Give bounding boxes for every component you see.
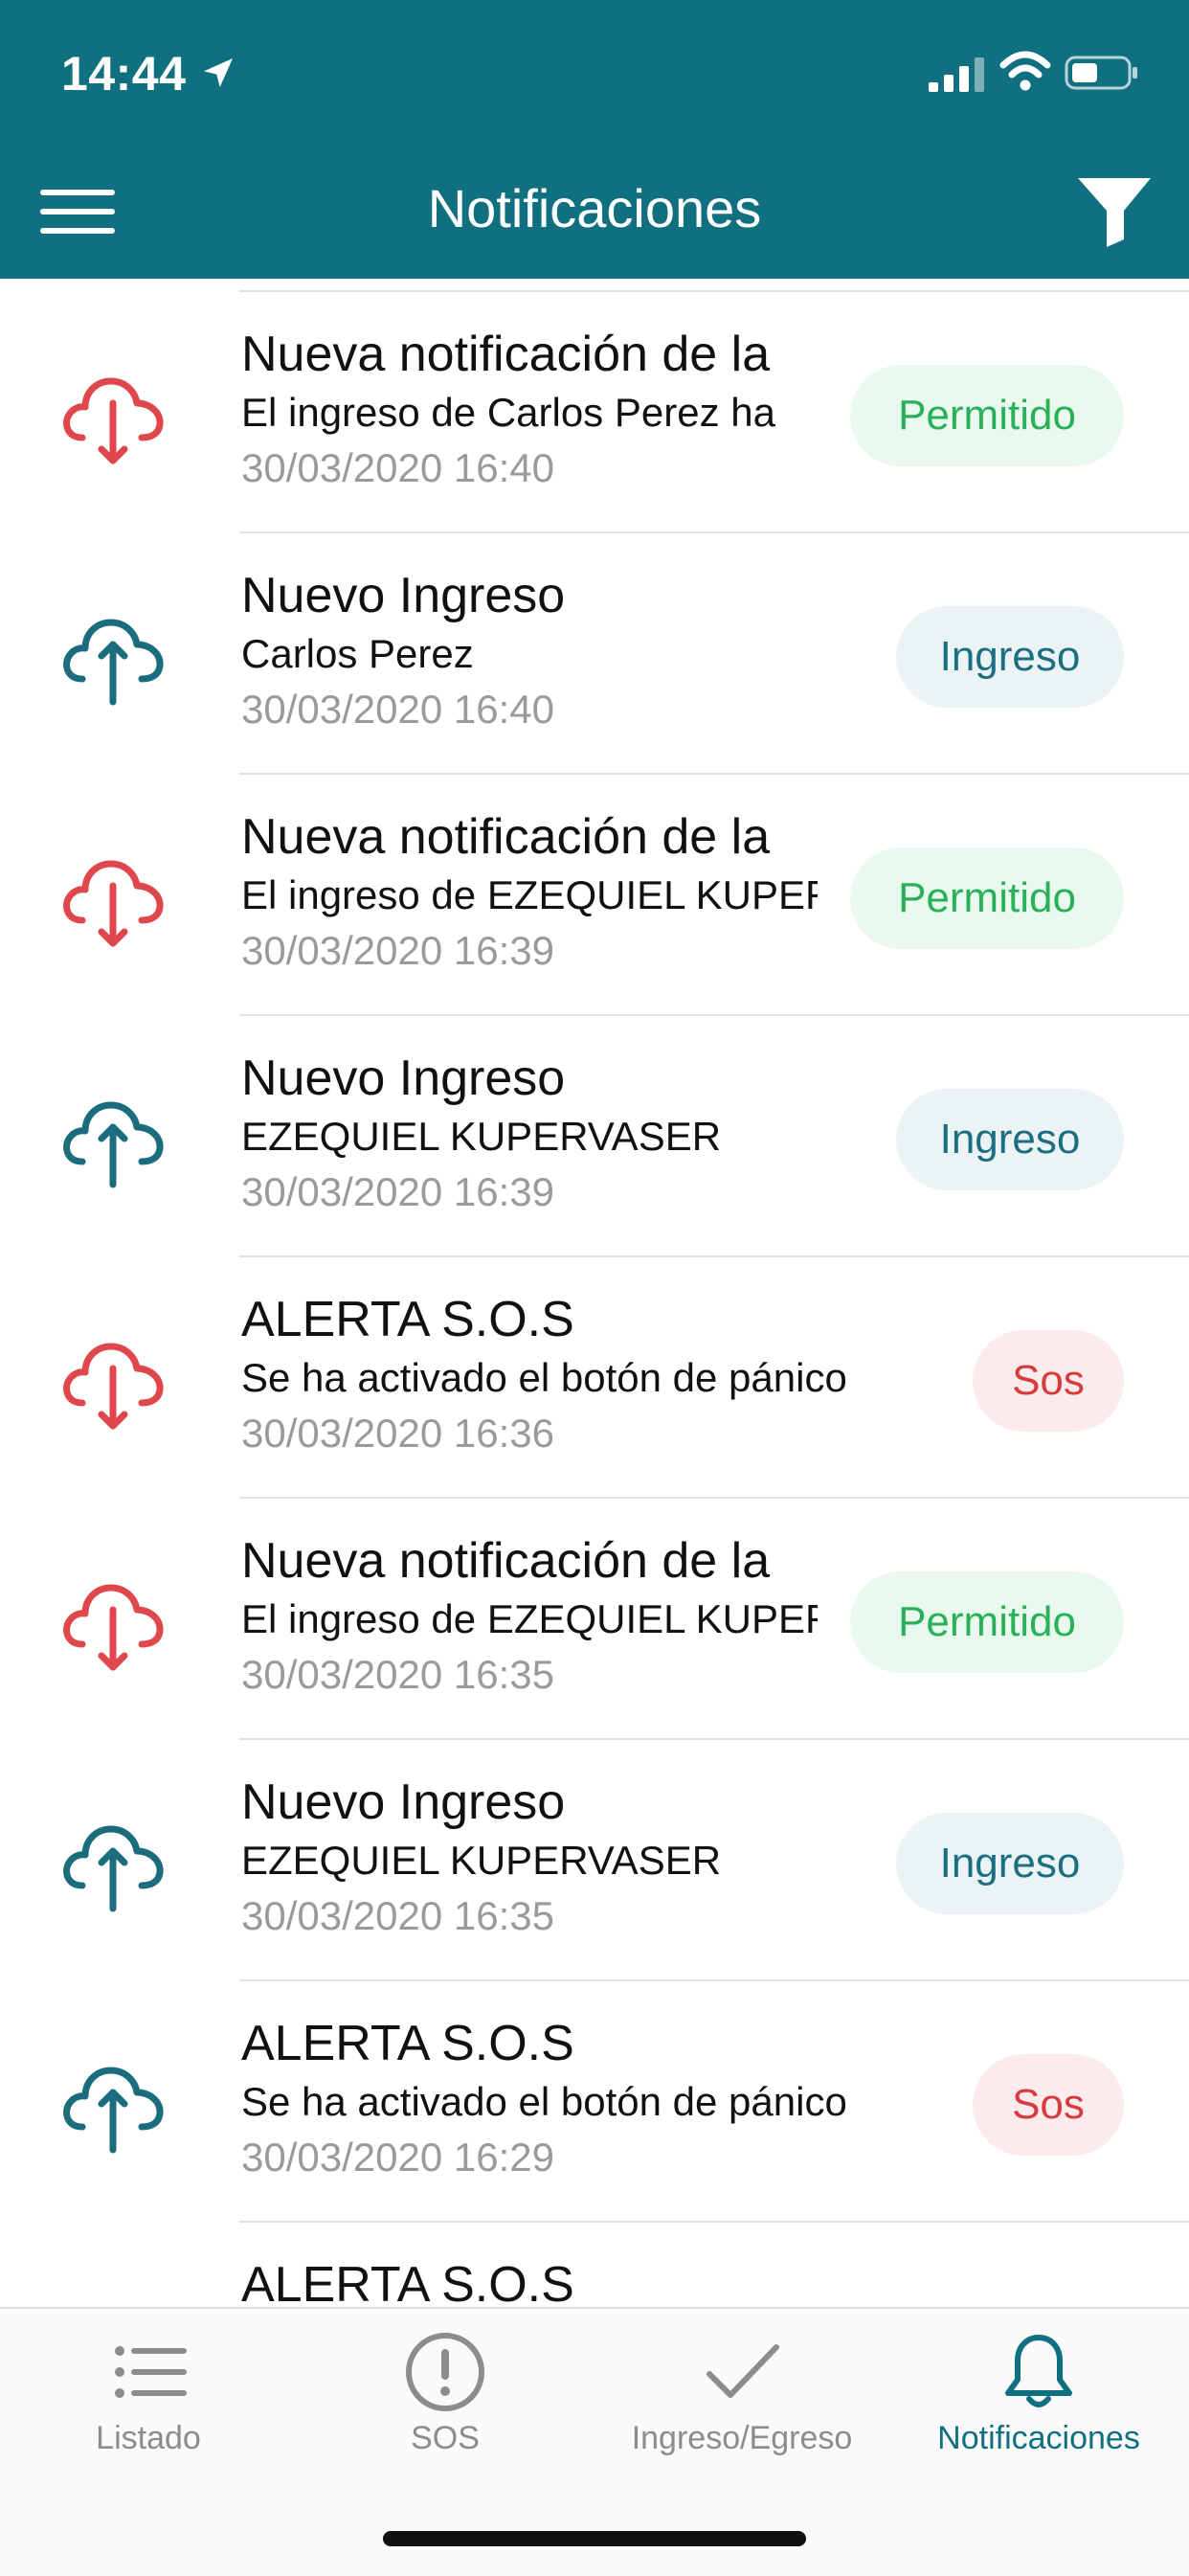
tab-label: SOS <box>411 2420 480 2456</box>
notification-title: ALERTA S.O.S <box>241 2257 574 2307</box>
tab-label: Ingreso/Egreso <box>631 2420 853 2456</box>
notification-subtitle: Se ha activado el botón de pánico <box>241 1355 847 1400</box>
wifi-icon <box>999 51 1051 91</box>
notification-date: 30/03/2020 16:39 <box>241 1169 554 1214</box>
checkmark-icon <box>707 2344 779 2398</box>
row-separator <box>239 1255 1189 1257</box>
notification-title: Nueva notificación de la <box>241 1533 771 1589</box>
notification-row[interactable]: Nueva notificación de la El ingreso de C… <box>0 290 1189 531</box>
cloud-upload-icon <box>63 1825 164 1912</box>
row-separator <box>239 531 1189 533</box>
status-badge: Sos <box>973 2054 1124 2156</box>
notification-row[interactable]: ALERTA S.O.S Se ha activado el botón de … <box>0 1255 1189 1497</box>
cloud-upload-icon <box>63 1101 164 1188</box>
notification-subtitle: El ingreso de EZEQUIEL KUPERVASER <box>241 1596 818 1641</box>
notification-row[interactable]: ALERTA S.O.S Se ha activado el botón de … <box>0 1979 1189 2221</box>
notification-row[interactable]: Nueva notificación de la El ingreso de E… <box>0 1497 1189 1738</box>
notification-title: Nuevo Ingreso <box>241 1051 566 1106</box>
notification-list[interactable]: Nueva notificación de la El ingreso de C… <box>0 279 1189 2307</box>
notification-subtitle: Carlos Perez <box>241 631 474 676</box>
notification-row[interactable]: Nuevo Ingreso EZEQUIEL KUPERVASER 30/03/… <box>0 1014 1189 1255</box>
battery-icon <box>1065 56 1137 90</box>
row-separator <box>239 2221 1189 2223</box>
notification-title: Nuevo Ingreso <box>241 1774 566 1830</box>
row-separator <box>239 1497 1189 1499</box>
tab-sos[interactable]: SOS <box>297 2309 594 2500</box>
status-badge: Permitido <box>850 847 1124 949</box>
notification-text: ALERTA S.O.S Se ha activado el botón de … <box>241 2012 940 2186</box>
notification-date: 30/03/2020 16:35 <box>241 1893 554 1938</box>
tab-label: Notificaciones <box>937 2420 1140 2456</box>
notification-title: ALERTA S.O.S <box>241 1292 574 1347</box>
cellular-signal-icon <box>929 57 984 92</box>
cloud-download-icon <box>63 1343 164 1430</box>
row-separator <box>239 1014 1189 1016</box>
cloud-upload-icon <box>59 2288 167 2307</box>
location-arrow-icon <box>204 58 233 87</box>
cloud-download-icon <box>63 377 164 464</box>
notification-title: ALERTA S.O.S <box>241 2016 574 2071</box>
list-icon <box>115 2346 187 2398</box>
row-separator <box>239 773 1189 775</box>
status-time: 14:44 <box>61 47 187 101</box>
tab-listado[interactable]: Listado <box>0 2309 297 2500</box>
notification-date: 30/03/2020 16:36 <box>241 1411 554 1456</box>
notification-subtitle: EZEQUIEL KUPERVASER <box>241 1114 722 1159</box>
notification-date: 30/03/2020 16:40 <box>241 445 554 490</box>
bell-icon <box>1005 2335 1072 2407</box>
notification-row[interactable]: Nuevo Ingreso Carlos Perez 30/03/2020 16… <box>0 531 1189 773</box>
home-indicator <box>383 2531 806 2546</box>
status-badge: Ingreso <box>896 606 1124 708</box>
app-header: 14:44 Notificaciones <box>0 0 1189 279</box>
notification-text: Nueva notificación de la El ingreso de E… <box>241 805 818 980</box>
status-badge: Ingreso <box>896 1813 1124 1914</box>
notification-title: Nuevo Ingreso <box>241 568 566 623</box>
notification-text: ALERTA S.O.S <box>241 2253 940 2307</box>
notification-subtitle: El ingreso de EZEQUIEL KUPERVASER <box>241 872 818 917</box>
notification-text: Nueva notificación de la El ingreso de E… <box>241 1529 818 1704</box>
notification-date: 30/03/2020 16:29 <box>241 2135 554 2180</box>
notification-date: 30/03/2020 16:40 <box>241 687 554 732</box>
notification-subtitle: Se ha activado el botón de pánico <box>241 2079 847 2124</box>
cloud-download-icon <box>63 1584 164 1671</box>
cloud-upload-icon <box>63 619 164 706</box>
tab-notificaciones[interactable]: Notificaciones <box>890 2309 1187 2500</box>
row-separator <box>239 1979 1189 1981</box>
status-badge: Ingreso <box>896 1089 1124 1190</box>
status-badge: Permitido <box>850 1571 1124 1673</box>
notification-subtitle: EZEQUIEL KUPERVASER <box>241 1838 722 1883</box>
cloud-upload-icon <box>63 2067 164 2154</box>
status-badge: Permitido <box>850 365 1124 466</box>
page-title: Notificaciones <box>427 178 762 238</box>
status-badge: Sos <box>973 1330 1124 1432</box>
notification-row[interactable]: Nuevo Ingreso EZEQUIEL KUPERVASER 30/03/… <box>0 1738 1189 1979</box>
notification-title: Nueva notificación de la <box>241 327 771 382</box>
tab-label: Listado <box>96 2420 201 2456</box>
notification-subtitle: El ingreso de Carlos Perez ha <box>241 390 775 435</box>
row-separator <box>239 290 1189 292</box>
notification-text: Nuevo Ingreso EZEQUIEL KUPERVASER 30/03/… <box>241 1047 864 1221</box>
notification-row[interactable]: ALERTA S.O.S <box>0 2221 1189 2307</box>
notification-date: 30/03/2020 16:39 <box>241 928 554 973</box>
notification-text: Nueva notificación de la El ingreso de C… <box>241 323 818 497</box>
row-separator <box>239 1738 1189 1740</box>
filter-icon[interactable] <box>1076 176 1153 247</box>
notification-text: ALERTA S.O.S Se ha activado el botón de … <box>241 1288 940 1462</box>
cloud-download-icon <box>63 860 164 947</box>
notification-title: Nueva notificación de la <box>241 809 771 865</box>
tab-ingreso-egreso[interactable]: Ingreso/Egreso <box>594 2309 890 2500</box>
notification-row[interactable]: Nueva notificación de la El ingreso de E… <box>0 773 1189 1014</box>
notification-text: Nuevo Ingreso EZEQUIEL KUPERVASER 30/03/… <box>241 1771 864 1945</box>
notification-text: Nuevo Ingreso Carlos Perez 30/03/2020 16… <box>241 564 864 738</box>
alert-circle-icon <box>406 2333 484 2411</box>
notification-date: 30/03/2020 16:35 <box>241 1652 554 1697</box>
